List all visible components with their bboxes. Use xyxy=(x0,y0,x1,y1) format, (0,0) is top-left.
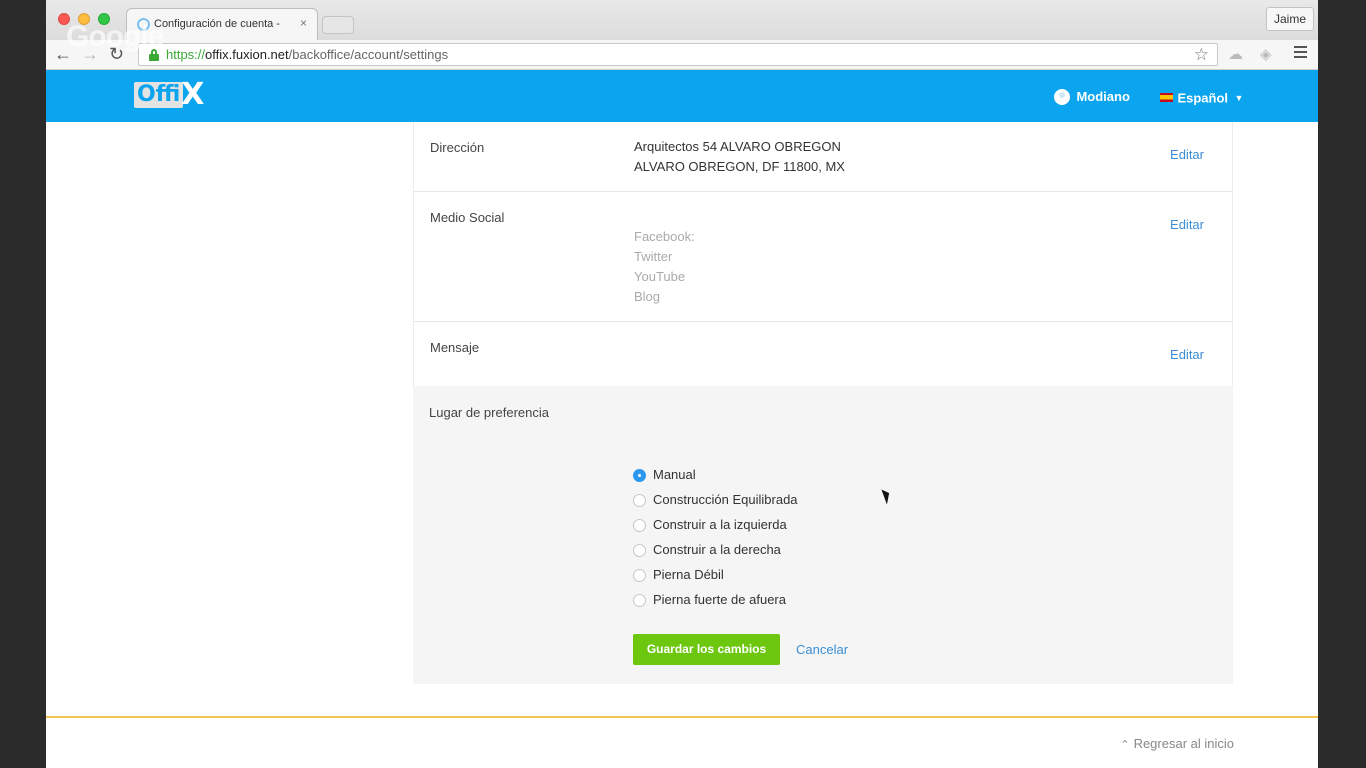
user-menu[interactable]: Modiano xyxy=(1054,88,1130,108)
radio-button[interactable] xyxy=(633,569,646,582)
save-changes-button[interactable]: Guardar los cambios xyxy=(633,634,780,665)
radio-label[interactable]: Pierna Débil xyxy=(653,567,724,582)
settings-panel: Dirección Arquitectos 54 ALVARO OBREGON … xyxy=(413,122,1233,386)
radio-label[interactable]: Construcción Equilibrada xyxy=(653,492,798,507)
message-label: Mensaje xyxy=(430,340,480,355)
url-scheme: https:// xyxy=(166,47,206,62)
offix-logo[interactable]: OffiX xyxy=(134,77,205,112)
chevron-down-icon: ▼ xyxy=(1234,92,1244,103)
address-line-2: ALVARO OBREGON, DF 11800, MX xyxy=(634,159,845,174)
address-bar[interactable]: https://offix.fuxion.net/backoffice/acco… xyxy=(138,43,1218,66)
settings-content: Dirección Arquitectos 54 ALVARO OBREGON … xyxy=(46,122,1318,716)
social-blog: Blog xyxy=(634,289,661,304)
social-row: Medio Social Facebook: Twitter YouTube B… xyxy=(414,192,1232,322)
user-avatar-icon xyxy=(1054,88,1070,105)
star-icon[interactable]: ☆ xyxy=(1194,45,1209,65)
new-tab-button[interactable] xyxy=(322,16,354,34)
radio-button-selected[interactable] xyxy=(633,469,646,482)
radio-button[interactable] xyxy=(633,594,646,607)
google-watermark: Google xyxy=(66,20,164,53)
edit-message-link[interactable]: Editar xyxy=(1170,347,1204,362)
language-selector[interactable]: Español ▼ xyxy=(1160,89,1243,107)
radio-label[interactable]: Pierna fuerte de afuera xyxy=(653,592,786,607)
social-twitter: Twitter xyxy=(634,249,673,264)
preference-label: Lugar de preferencia xyxy=(429,405,549,420)
radio-button[interactable] xyxy=(633,519,646,532)
url-text[interactable]: https://offix.fuxion.net/backoffice/acco… xyxy=(166,47,448,62)
footer: ⌃ Regresar al inicio xyxy=(46,716,1318,768)
preference-section: Lugar de preferencia Manual Construcción… xyxy=(413,386,1233,684)
address-value: Arquitectos 54 ALVARO OBREGON ALVARO OBR… xyxy=(634,137,845,177)
address-line-1: Arquitectos 54 ALVARO OBREGON xyxy=(634,139,841,154)
site-header: OffiX Modiano Español ▼ xyxy=(46,70,1318,122)
url-host: offix.fuxion.net xyxy=(205,47,289,62)
address-row: Dirección Arquitectos 54 ALVARO OBREGON … xyxy=(414,122,1232,192)
back-to-top-label: Regresar al inicio xyxy=(1133,736,1234,751)
tab-close-icon[interactable]: × xyxy=(300,16,307,30)
spain-flag-icon xyxy=(1160,93,1173,103)
menu-icon[interactable] xyxy=(1294,46,1307,61)
edit-address-link[interactable]: Editar xyxy=(1170,147,1204,162)
edit-social-link[interactable]: Editar xyxy=(1170,217,1204,232)
chevron-up-icon: ⌃ xyxy=(1120,739,1130,751)
back-to-top-link[interactable]: ⌃ Regresar al inicio xyxy=(1120,736,1234,751)
address-label: Dirección xyxy=(430,140,485,155)
radio-button[interactable] xyxy=(633,494,646,507)
message-row: Mensaje Editar xyxy=(414,322,1232,386)
browser-toolbar: ← → ↻ https://offix.fuxion.net/backoffic… xyxy=(46,40,1318,70)
social-youtube: YouTube xyxy=(634,269,686,284)
radio-label[interactable]: Construir a la izquierda xyxy=(653,517,787,532)
social-values: Facebook: Twitter YouTube Blog xyxy=(634,227,695,307)
radio-label[interactable]: Manual xyxy=(653,467,696,482)
cancel-link[interactable]: Cancelar xyxy=(796,642,848,657)
profile-button[interactable]: Jaime xyxy=(1265,7,1314,31)
tab-bar: Configuración de cuenta - × Jaime xyxy=(46,0,1318,40)
radio-button[interactable] xyxy=(633,544,646,557)
user-name: Modiano xyxy=(1076,89,1130,105)
extension-cloud-icon[interactable]: ☁ xyxy=(1228,45,1243,63)
tab-title: Configuración de cuenta - xyxy=(154,18,280,30)
extension-box-icon[interactable]: ◈ xyxy=(1260,45,1272,63)
language-label: Español xyxy=(1177,90,1229,106)
social-facebook: Facebook: xyxy=(634,229,695,244)
logo-text: Offi xyxy=(134,82,184,108)
url-path: /backoffice/account/settings xyxy=(288,47,449,62)
social-label: Medio Social xyxy=(430,210,505,225)
browser-window: Configuración de cuenta - × Jaime ← → ↻ … xyxy=(46,0,1318,768)
logo-x: X xyxy=(181,77,205,112)
radio-label[interactable]: Construir a la derecha xyxy=(653,542,781,557)
